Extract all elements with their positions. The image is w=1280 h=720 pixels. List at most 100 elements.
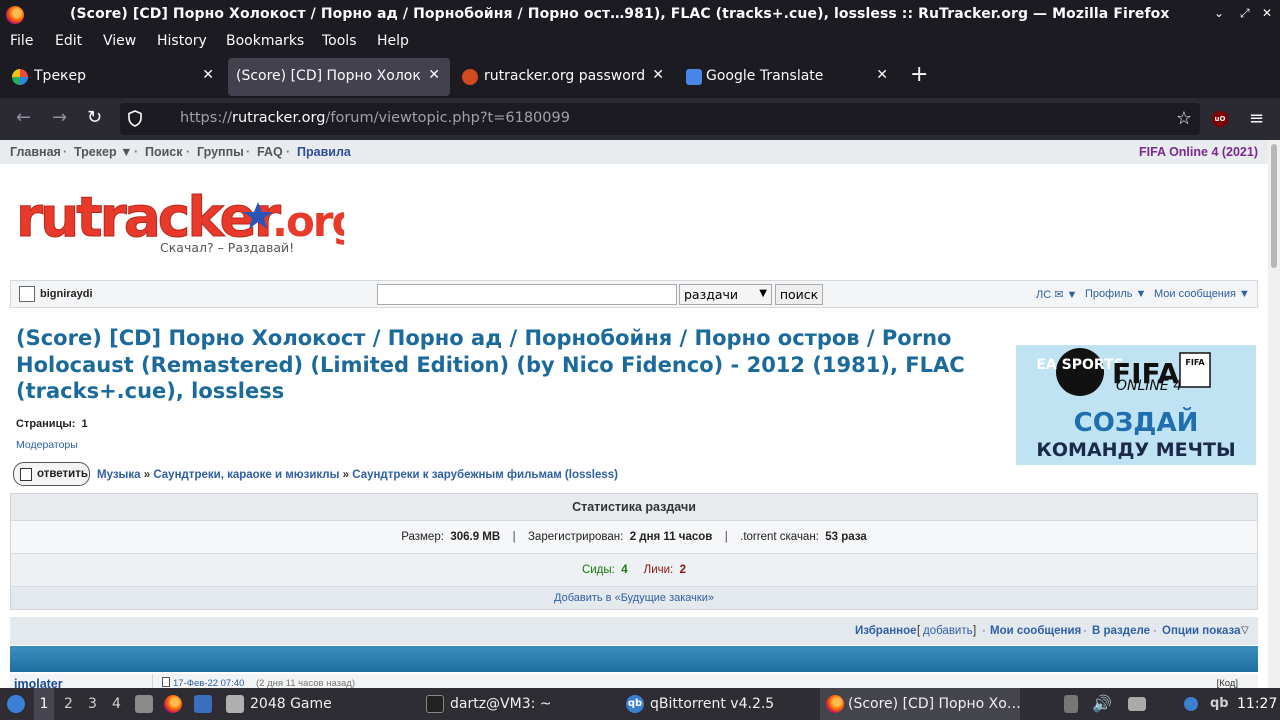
menu-file[interactable]: File (10, 33, 33, 49)
moderators-link[interactable]: Модераторы (16, 439, 78, 451)
notification-tray-icon[interactable] (1184, 697, 1198, 711)
workspace-3[interactable]: 3 (88, 696, 97, 712)
workspace-2[interactable]: 2 (64, 696, 73, 712)
workspace-4[interactable]: 4 (112, 696, 121, 712)
chevron-down-icon[interactable]: ▽ (1241, 625, 1249, 636)
pm-link[interactable]: ЛС ✉ ▼ (1036, 288, 1077, 301)
close-window-icon[interactable]: ✕ (1262, 6, 1272, 20)
pages-value: 1 (81, 418, 88, 430)
tab-score-topic[interactable]: (Score) [CD] Порно Холокост ✕ (228, 58, 450, 96)
url-text[interactable]: https://rutracker.org/forum/viewtopic.ph… (180, 110, 570, 126)
user-bar: bigniraydi раздачи ▼ поиск ЛС ✉ ▼ Профиль… (10, 280, 1258, 308)
promo-link[interactable]: FIFA Online 4 (2021) (1139, 145, 1258, 159)
shield-icon[interactable] (128, 110, 142, 127)
page-scrollbar[interactable] (1268, 140, 1280, 688)
favorites-link[interactable]: Избранное (855, 625, 917, 637)
scrollbar-thumb[interactable] (1271, 144, 1277, 268)
fifa-ad-banner[interactable]: EA SPORTS FIFA ONLINE 4 FIFA СОЗДАЙ КОМА… (1016, 345, 1256, 465)
volume-icon[interactable]: 🔊 (1092, 694, 1112, 713)
menu-history[interactable]: History (157, 33, 207, 49)
rutracker-logo[interactable]: rutracker .org Скачал? – Раздавай! (14, 184, 345, 260)
menu-edit[interactable]: Edit (55, 33, 82, 49)
search-input[interactable] (377, 284, 677, 305)
window-title: (Score) [CD] Порно Холокост / Порно ад /… (70, 6, 1170, 22)
restore-icon[interactable]: ⤢ (1240, 6, 1250, 21)
ad-line1: СОЗДАЙ (1074, 406, 1199, 438)
add-favorite-link[interactable]: добавить (923, 625, 973, 637)
breadcrumb-soundtracks[interactable]: Саундтреки, караоке и мюзиклы (153, 469, 339, 481)
ublock-origin-icon[interactable]: uO (1212, 111, 1228, 127)
svg-text:Скачал? – Раздавай!: Скачал? – Раздавай! (160, 240, 294, 255)
my-posts-filter-link[interactable]: Мои сообщения (990, 625, 1081, 637)
in-section-link[interactable]: В разделе (1092, 625, 1150, 637)
nav-tracker[interactable]: Трекер ▼ (74, 145, 132, 159)
hamburger-menu-icon[interactable]: ≡ (1249, 110, 1264, 128)
stats-size-row: Размер: 306.9 MB | Зарегистрирован: 2 дн… (11, 521, 1257, 554)
site-top-nav: Главная · Трекер ▼ · Поиск · Группы · FA… (0, 140, 1268, 164)
file-manager-icon[interactable] (135, 695, 153, 713)
forward-arrow-icon[interactable]: → (52, 108, 67, 128)
firefox-icon (826, 695, 844, 713)
topic-title[interactable]: (Score) [CD] Порно Холокост / Порно ад /… (16, 325, 1006, 405)
close-tab-icon[interactable]: ✕ (428, 67, 440, 83)
qbittorrent-tray-icon[interactable]: qb (1210, 696, 1229, 711)
tab-tracker[interactable]: Трекер ✕ (2, 58, 224, 96)
search-button[interactable]: поиск (775, 284, 823, 305)
close-tab-icon[interactable]: ✕ (202, 67, 214, 83)
tab-passwords[interactable]: rutracker.org passwords ✕ (452, 58, 674, 96)
task-2048-game[interactable]: 2048 Game (220, 688, 410, 720)
reply-button[interactable]: ответить (13, 462, 90, 486)
google-translate-favicon-icon (686, 69, 702, 85)
nav-search[interactable]: Поиск (145, 145, 183, 159)
logout-icon[interactable] (19, 286, 35, 302)
profile-link[interactable]: Профиль ▼ (1085, 288, 1146, 300)
url-domain: rutracker.org (231, 110, 326, 126)
nav-rules[interactable]: Правила (297, 145, 351, 159)
tab-label: (Score) [CD] Порно Холокост (236, 68, 420, 84)
workspace-1[interactable]: 1 (34, 688, 54, 720)
desktop-icon[interactable] (194, 695, 212, 713)
tab-strip: Трекер ✕ (Score) [CD] Порно Холокост ✕ r… (0, 56, 1280, 98)
new-tab-button[interactable]: + (910, 64, 928, 86)
breadcrumb-music[interactable]: Музыка (97, 469, 141, 481)
task-qbittorrent[interactable]: qb qBittorrent v4.2.5 (620, 688, 815, 720)
display-options-link[interactable]: Опции показа (1162, 625, 1241, 637)
search-scope-select[interactable]: раздачи ▼ (679, 284, 772, 305)
close-tab-icon[interactable]: ✕ (652, 67, 664, 83)
bookmark-star-icon[interactable]: ☆ (1176, 108, 1192, 129)
back-arrow-icon[interactable]: ← (16, 108, 31, 128)
menu-bookmarks[interactable]: Bookmarks (226, 33, 304, 49)
bug-favicon-icon (462, 69, 478, 85)
menu-tools[interactable]: Tools (322, 33, 357, 49)
firefox-launcher-icon[interactable] (164, 695, 182, 713)
start-menu-icon[interactable] (7, 695, 25, 713)
ad-ea-text: EA SPORTS (1036, 357, 1123, 373)
nav-faq[interactable]: FAQ (257, 145, 283, 159)
menu-view[interactable]: View (103, 33, 136, 49)
system-taskbar: 1 2 3 4 2048 Game dartz@VM3: ~ qb qBitto… (0, 688, 1280, 720)
task-firefox-active[interactable]: (Score) [CD] Порно Хо… (820, 688, 1021, 720)
task-label: qBittorrent v4.2.5 (650, 696, 775, 712)
code-link[interactable]: [Код] (1217, 678, 1238, 688)
minimize-icon[interactable]: ⌄ (1214, 6, 1224, 20)
qbittorrent-icon: qb (626, 695, 644, 713)
posts-header-band (10, 646, 1258, 672)
close-tab-icon[interactable]: ✕ (876, 67, 888, 83)
clock[interactable]: 11:27 (1237, 696, 1277, 712)
clipboard-tray-icon[interactable] (1064, 695, 1078, 713)
my-posts-link[interactable]: Мои сообщения ▼ (1154, 288, 1250, 300)
tab-google-translate[interactable]: Google Translate ✕ (676, 58, 898, 96)
menu-help[interactable]: Help (377, 33, 409, 49)
future-downloads-link[interactable]: Добавить в «Будущие закачки» (11, 587, 1257, 609)
display-tray-icon[interactable] (1128, 697, 1146, 711)
url-scheme: https:// (180, 110, 232, 126)
nav-groups[interactable]: Группы (197, 145, 244, 159)
post-author[interactable]: imolater (14, 677, 63, 688)
breadcrumb-foreign-lossless[interactable]: Саундтреки к зарубежным фильмам (lossles… (352, 469, 618, 481)
username[interactable]: bigniraydi (40, 288, 93, 300)
url-bar[interactable]: https://rutracker.org/forum/viewtopic.ph… (120, 103, 1200, 135)
task-terminal[interactable]: dartz@VM3: ~ (420, 688, 615, 720)
nav-home[interactable]: Главная (10, 145, 61, 159)
post-date[interactable]: 17-Фев-22 07:40 (173, 678, 244, 688)
reload-icon[interactable]: ↻ (87, 108, 102, 128)
